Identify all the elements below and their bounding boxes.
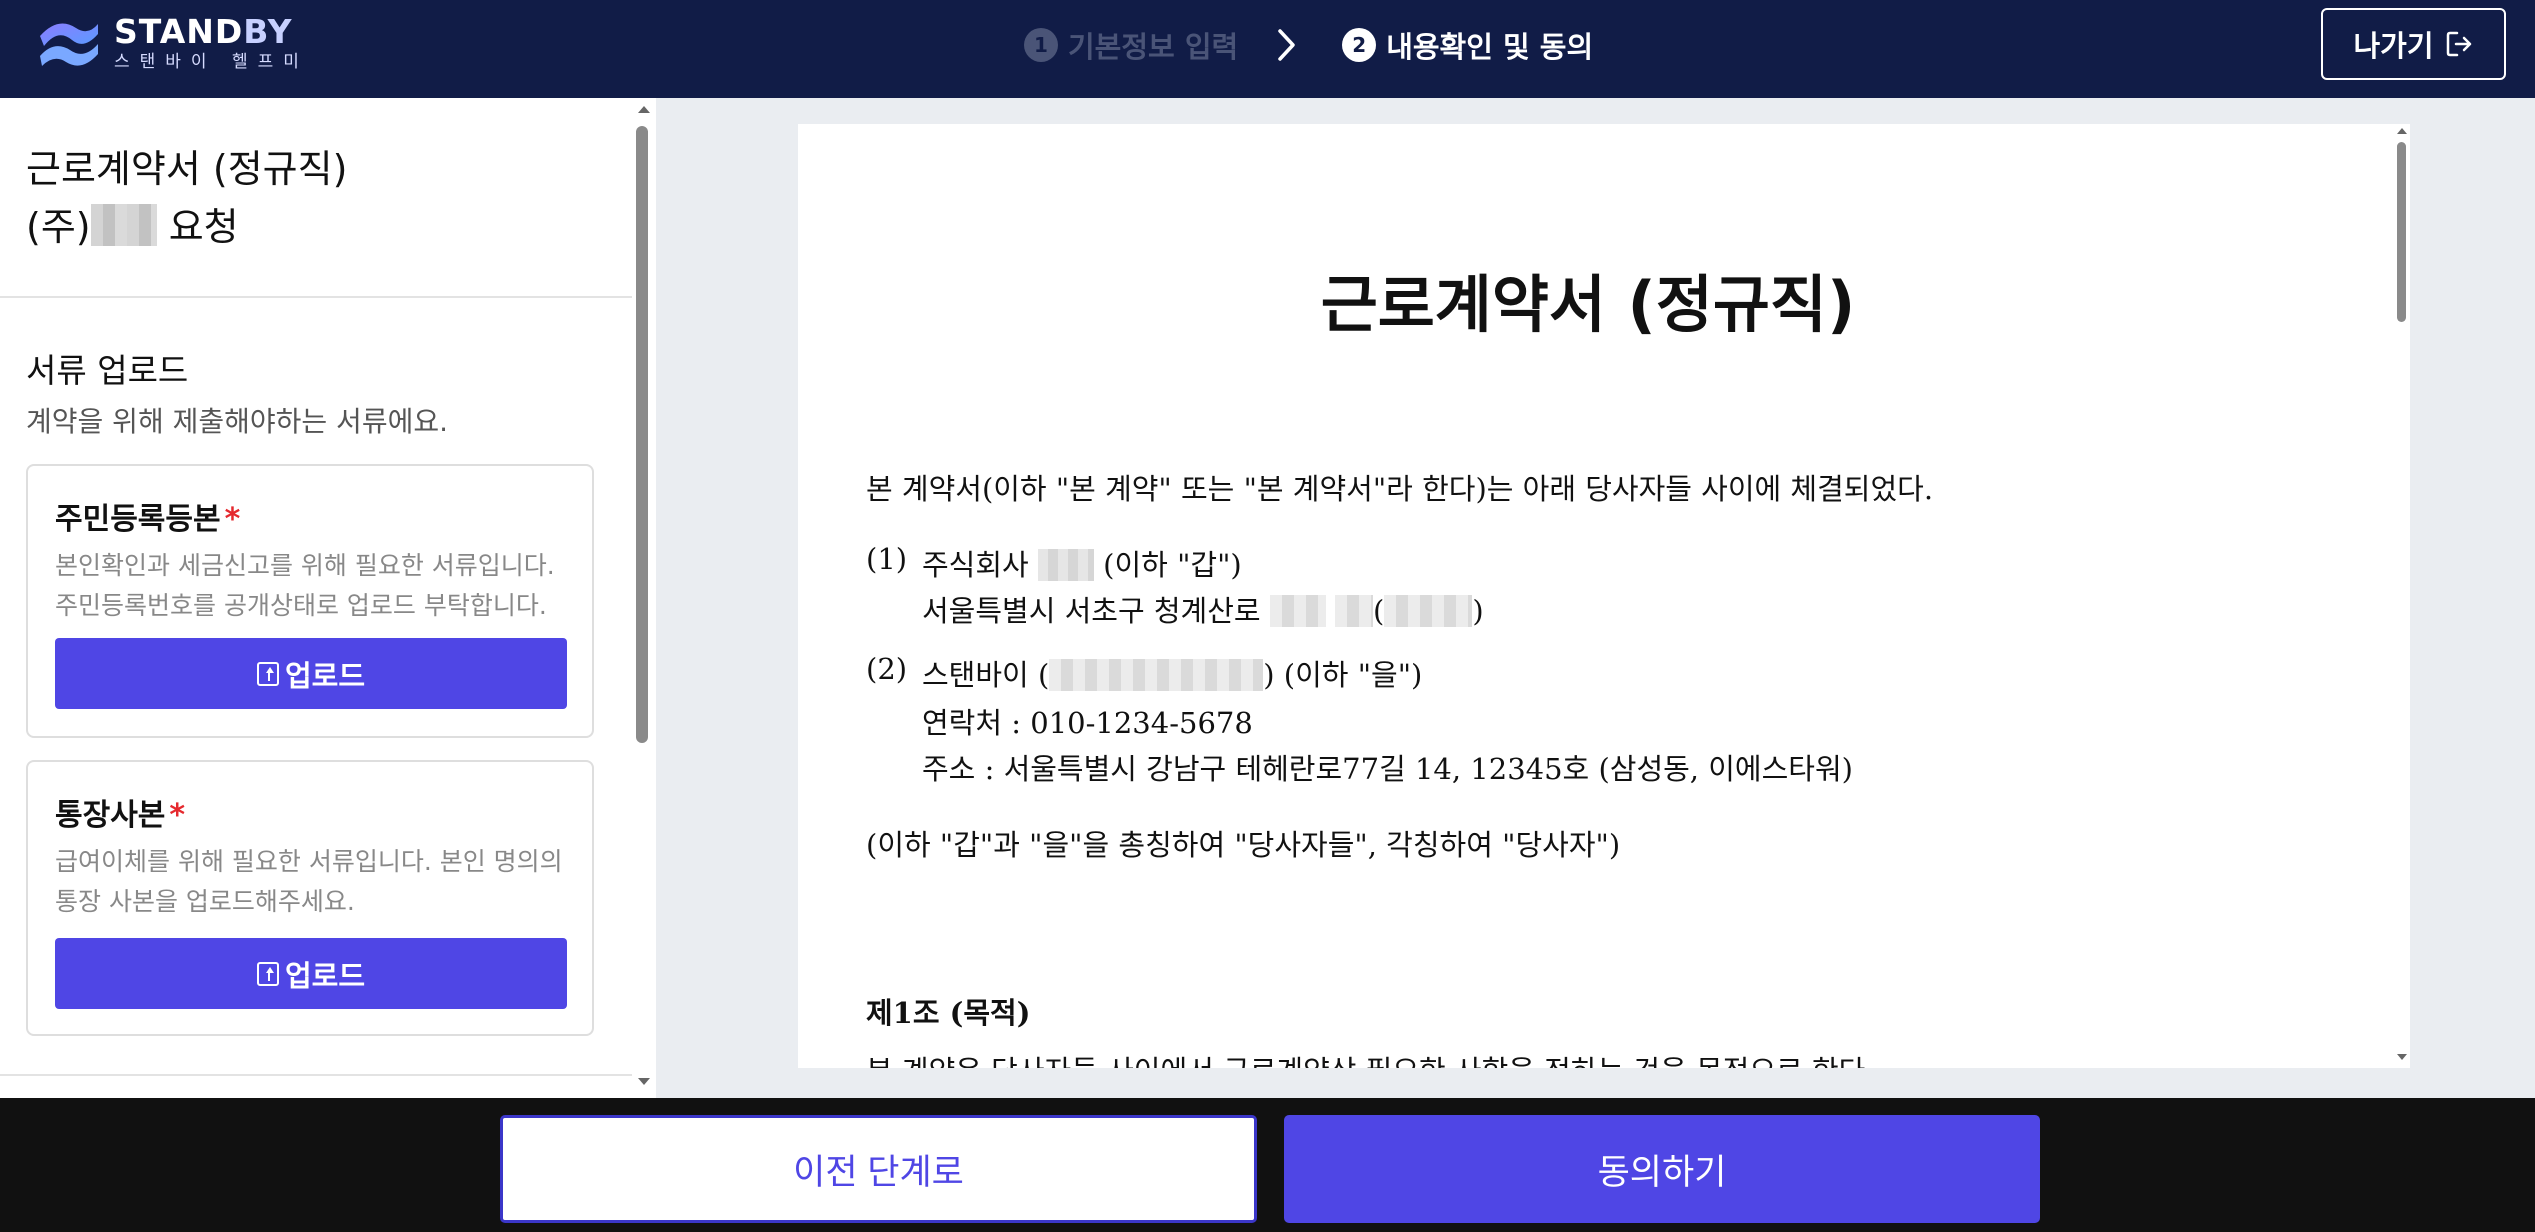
standby-logo[interactable]: STANDBY 스탠바이 헬프미 [36,14,309,72]
party-number: (2) [866,652,908,686]
logout-icon [2446,31,2471,57]
article1-title: 제1조 (목적) [866,996,1031,1030]
redacted-company-name [90,204,157,246]
document-scrollbar[interactable] [2393,124,2410,1068]
previous-step-button[interactable]: 이전 단계로 [500,1115,1257,1223]
step-basic-info: 1 기본정보 입력 [1024,24,1238,66]
exit-button[interactable]: 나가기 [2321,8,2506,80]
chevron-right-icon [1278,29,1295,61]
logo-wordmark: STANDBY [114,12,293,51]
divider [0,1074,632,1076]
top-header: STANDBY 스탠바이 헬프미 1 기본정보 입력 2 내용확인 및 동의 나… [0,0,2535,98]
contract-name: 근로계약서 (정규직) [26,147,348,191]
party1-address: 서울특별시 서초구 청계산로 () [922,594,1484,628]
required-mark: * [169,798,186,833]
upload-button[interactable]: 업로드 [55,938,567,1009]
upload-label: 업로드 [284,660,366,693]
party1-line1: 주식회사 (이하 "갑") [922,548,1242,582]
step-review-agree: 2 내용확인 및 동의 [1342,24,1593,66]
progress-steps: 1 기본정보 입력 2 내용확인 및 동의 [1024,22,1593,68]
logo-subtitle: 스탠바이 헬프미 [114,52,309,72]
sidebar-scrollbar[interactable] [632,98,656,1098]
redacted-text [1335,595,1374,627]
upload-section-title: 서류 업로드 [26,351,189,390]
redacted-text [1269,595,1326,627]
upload-section-desc: 계약을 위해 제출해야하는 서류에요. [26,405,449,438]
bottom-action-bar: 이전 단계로 동의하기 [0,1098,2535,1232]
redacted-text [1037,549,1094,581]
party2-address: 주소 : 서울특별시 강남구 테헤란로77길 14, 12345호 (삼성동, … [922,752,1853,786]
party2-line1: 스탠바이 () (이하 "을") [922,658,1423,692]
document-desc: 본인확인과 세금신고를 위해 필요한 서류입니다. 주민등록번호를 공개상태로 … [55,551,555,620]
document-title: 주민등록등본 * [55,502,241,537]
scroll-up-icon[interactable] [2397,128,2407,134]
document-card-bankbook: 통장사본 * 급여이체를 위해 필요한 서류입니다. 본인 명의의 통장 사본을 … [26,760,594,1036]
upload-label: 업로드 [284,960,366,993]
step-number: 1 [1024,28,1058,62]
document-heading: 근로계약서 (정규직) [1320,268,1856,341]
sidebar-panel: 근로계약서 (정규직) (주) 요청 서류 업로드 계약을 위해 제출해야하는 … [0,98,656,1098]
scroll-down-icon[interactable] [638,1078,650,1085]
exit-label: 나가기 [2353,31,2434,63]
redacted-text [1384,595,1473,627]
upload-icon [256,961,279,986]
document-intro: 본 계약서(이하 "본 계약" 또는 "본 계약서"라 한다)는 아래 당사자들… [866,472,1934,506]
step-label: 내용확인 및 동의 [1386,30,1594,64]
scroll-up-icon[interactable] [638,106,650,113]
upload-icon [256,661,279,686]
party2-contact: 연락처 : 010-1234-5678 [922,706,1253,740]
scrollbar-thumb[interactable] [2397,142,2406,322]
contract-request-title: 근로계약서 (정규직) (주) 요청 [26,140,347,256]
scrollbar-thumb[interactable] [636,126,648,743]
required-mark: * [224,502,241,537]
party-number: (1) [866,542,908,576]
article1-text: 본 계약은 당사자들 사이에서 근로계약상 필요한 사항을 정하는 것을 목적으… [866,1048,1875,1068]
upload-button[interactable]: 업로드 [55,638,567,709]
redacted-text [1049,659,1264,691]
standby-logo-icon [40,23,98,66]
agree-button[interactable]: 동의하기 [1284,1115,2040,1223]
document-desc: 급여이체를 위해 필요한 서류입니다. 본인 명의의 통장 사본을 업로드해주세… [55,847,563,916]
step-number: 2 [1342,28,1377,62]
collective-definition: (이하 "갑"과 "을"을 총칭하여 "당사자들", 각칭하여 "당사자") [866,828,1621,862]
document-title: 통장사본 * [55,798,186,833]
divider [0,296,632,298]
scroll-down-icon[interactable] [2397,1054,2407,1060]
step-label: 기본정보 입력 [1068,30,1239,64]
contract-document-viewer: 근로계약서 (정규직) 본 계약서(이하 "본 계약" 또는 "본 계약서"라 … [798,124,2410,1068]
document-card-resident-registration: 주민등록등본 * 본인확인과 세금신고를 위해 필요한 서류입니다. 주민등록번호… [26,464,594,738]
requester-line: (주) 요청 [26,204,239,249]
